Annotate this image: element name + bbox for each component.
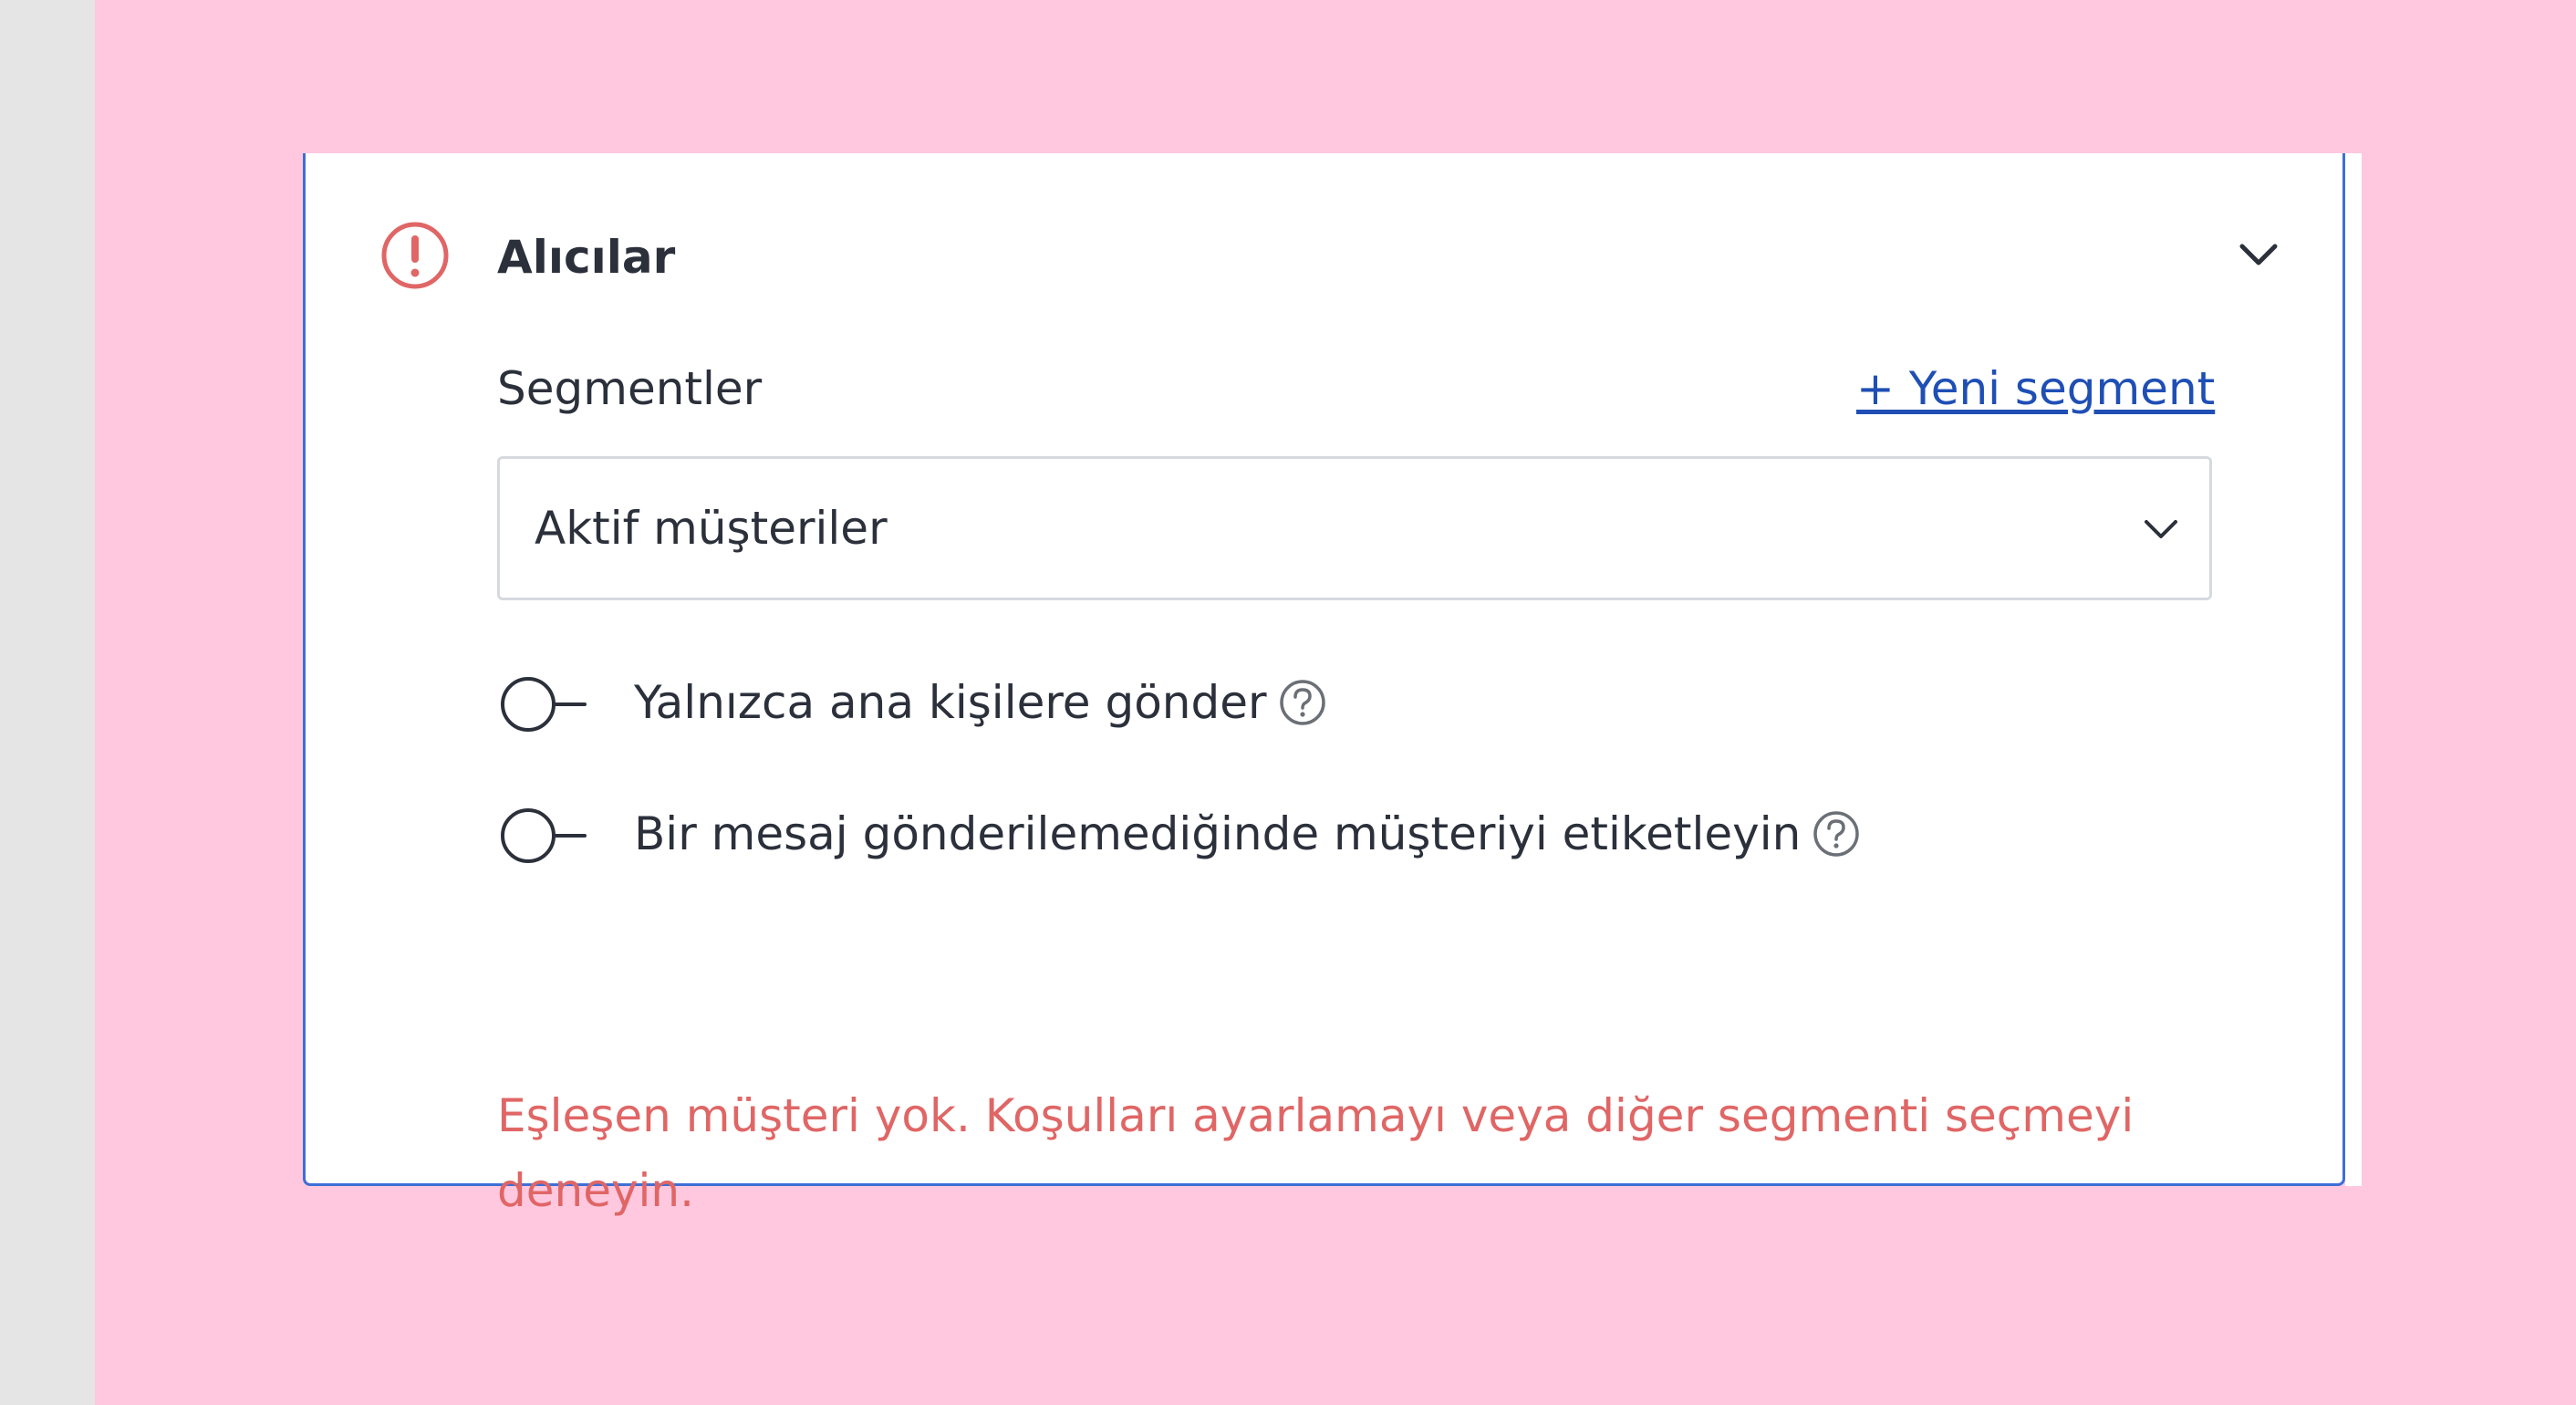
left-sidebar-strip: [0, 0, 95, 1405]
section-title: Alıcılar: [497, 231, 676, 284]
toggle-row-tag-customer: Bir mesaj gönderilemediğinde müşteriyi e…: [497, 797, 2212, 870]
segment-select[interactable]: Aktif müşteriler: [497, 456, 2212, 600]
new-segment-link[interactable]: + Yeni segment: [1856, 361, 2215, 416]
toggle-label: Yalnızca ana kişilere gönder: [634, 673, 1327, 732]
primary-contacts-label: Yalnızca ana kişilere gönder: [634, 676, 1267, 729]
question-circle-icon[interactable]: [1278, 678, 1327, 727]
chevron-down-icon: [2145, 520, 2177, 538]
recipients-section-card: Alıcılar Segmentler + Yeni segment Aktif…: [303, 153, 2345, 1217]
segments-label: Segmentler: [497, 362, 763, 415]
exclamation-circle-icon: [381, 222, 449, 289]
question-circle-icon[interactable]: [1812, 809, 1861, 859]
card-edge-fill: [2345, 153, 2362, 1186]
segment-select-value: Aktif müşteriler: [535, 502, 888, 555]
toggle-row-primary-contacts: Yalnızca ana kişilere gönder: [497, 666, 2212, 739]
no-match-error-message: Eşleşen müşteri yok. Koşulları ayarlamay…: [497, 1089, 2135, 1217]
chevron-down-icon[interactable]: [2235, 232, 2282, 279]
toggle-label: Bir mesaj gönderilemediğinde müşteriyi e…: [634, 805, 1861, 863]
tag-customer-toggle[interactable]: [497, 805, 588, 870]
primary-contacts-toggle[interactable]: [497, 673, 588, 739]
tag-customer-label: Bir mesaj gönderilemediğinde müşteriyi e…: [634, 807, 1802, 860]
